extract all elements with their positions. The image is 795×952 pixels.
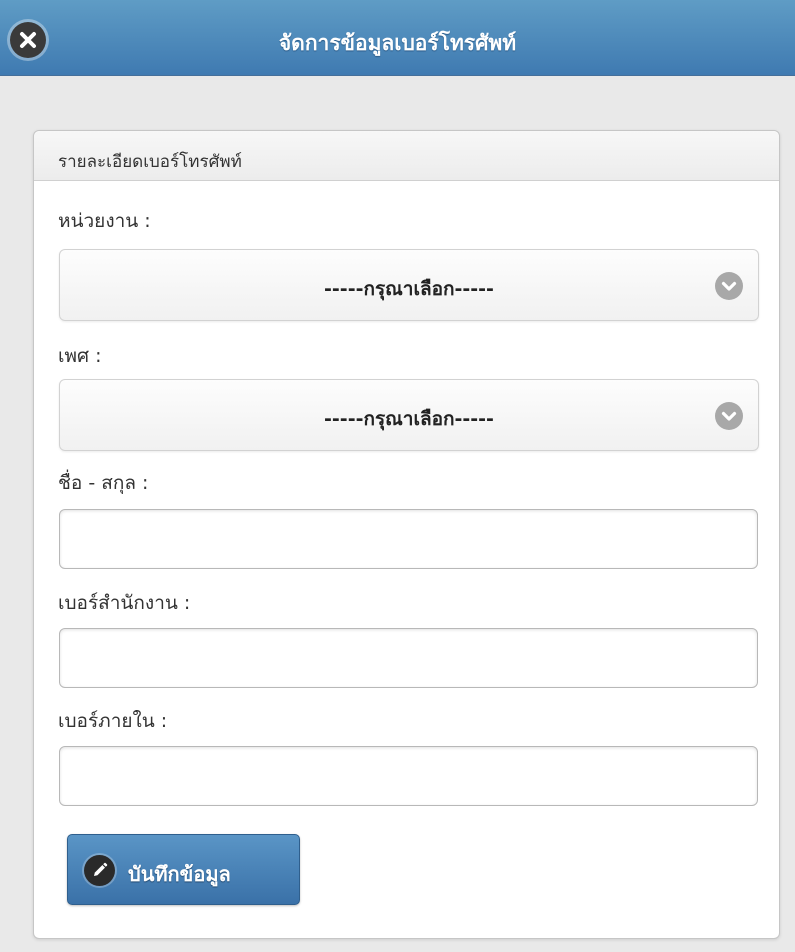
phone-detail-panel: รายละเอียดเบอร์โทรศัพท์ หน่วยงาน : -----… <box>33 130 780 939</box>
department-select[interactable]: -----กรุณาเลือก----- <box>59 249 759 321</box>
chevron-down-icon <box>715 272 743 300</box>
app-header: จัดการข้อมูลเบอร์โทรศัพท์ <box>0 0 795 76</box>
office-phone-field[interactable] <box>59 628 758 688</box>
page-title: จัดการข้อมูลเบอร์โทรศัพท์ <box>278 31 517 55</box>
gender-label: เพศ : <box>58 345 102 367</box>
internal-phone-label: เบอร์ภายใน : <box>58 710 168 732</box>
panel-title: รายละเอียดเบอร์โทรศัพท์ <box>34 131 779 181</box>
save-button[interactable]: บันทึกข้อมูล <box>67 834 300 905</box>
chevron-down-icon <box>715 402 743 430</box>
office-phone-label: เบอร์สำนักงาน : <box>58 592 191 614</box>
department-label: หน่วยงาน : <box>58 210 151 232</box>
department-selected-value: -----กรุณาเลือก----- <box>324 278 494 300</box>
gender-select[interactable]: -----กรุณาเลือก----- <box>59 379 759 451</box>
pencil-icon <box>84 855 115 886</box>
save-button-label: บันทึกข้อมูล <box>128 862 231 886</box>
fullname-label: ชื่อ - สกุล : <box>58 472 149 494</box>
internal-phone-field[interactable] <box>59 746 758 806</box>
gender-selected-value: -----กรุณาเลือก----- <box>324 408 494 430</box>
fullname-field[interactable] <box>59 509 758 569</box>
